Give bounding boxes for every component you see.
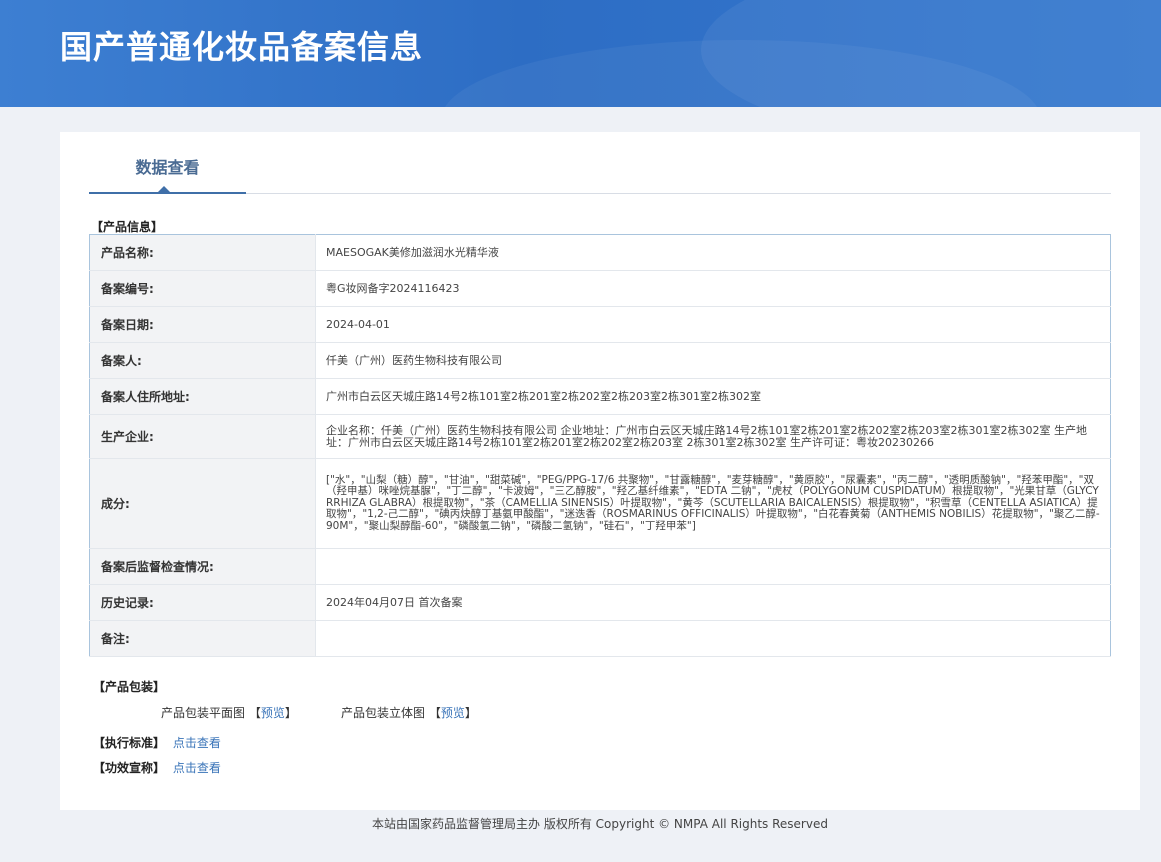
table-row: 产品名称: MAESOGAK美修加滋润水光精华液 xyxy=(89,234,1111,271)
table-row: 历史记录: 2024年04月07日 首次备案 xyxy=(89,584,1111,621)
row-key: 产品名称: xyxy=(89,234,316,271)
table-row: 生产企业: 企业名称：仟美（广州）医药生物科技有限公司 企业地址：广州市白云区天… xyxy=(89,414,1111,459)
table-row: 备案日期: 2024-04-01 xyxy=(89,306,1111,343)
row-value: 2024-04-01 xyxy=(315,306,1111,343)
row-value xyxy=(315,620,1111,657)
tab-data-view[interactable]: 数据查看 xyxy=(89,132,246,194)
row-value: ["水"，"山梨（糖）醇"，"甘油"，"甜菜碱"，"PEG/PPG-17/6 共… xyxy=(315,458,1111,549)
row-key: 备注: xyxy=(89,620,316,657)
row-value xyxy=(315,548,1111,585)
row-value: 广州市白云区天城庄路14号2栋101室2栋201室2栋202室2栋203室2栋3… xyxy=(315,378,1111,415)
package-solid-preview-link[interactable]: 预览 xyxy=(441,706,465,720)
package-flat-item: 产品包装平面图 【预览】 xyxy=(161,706,297,720)
tab-label: 数据查看 xyxy=(135,158,200,177)
row-key: 备案编号: xyxy=(89,270,316,307)
standard-label: 【执行标准】 xyxy=(93,736,166,750)
efficacy-item: 【功效宣称】 点击查看 xyxy=(93,759,221,776)
standard-view-link[interactable]: 点击查看 xyxy=(173,736,221,750)
tab-active-caret-icon xyxy=(158,186,170,192)
table-row: 备案人住所地址: 广州市白云区天城庄路14号2栋101室2栋201室2栋202室… xyxy=(89,378,1111,415)
row-key: 备案后监督检查情况: xyxy=(89,548,316,585)
row-key: 备案日期: xyxy=(89,306,316,343)
standard-item: 【执行标准】 点击查看 xyxy=(93,734,221,751)
package-flat-label: 产品包装平面图 xyxy=(161,706,246,720)
row-value: 粤G妆网备字2024116423 xyxy=(315,270,1111,307)
page-title: 国产普通化妆品备案信息 xyxy=(60,28,424,66)
table-row: 备案人: 仟美（广州）医药生物科技有限公司 xyxy=(89,342,1111,379)
content-card: 数据查看 【产品信息】 产品名称: MAESOGAK美修加滋润水光精华液 备案编… xyxy=(60,132,1140,810)
package-solid-label: 产品包装立体图 xyxy=(341,706,426,720)
row-key: 生产企业: xyxy=(89,414,316,459)
row-key: 备案人住所地址: xyxy=(89,378,316,415)
row-key: 备案人: xyxy=(89,342,316,379)
row-value: 企业名称：仟美（广州）医药生物科技有限公司 企业地址：广州市白云区天城庄路14号… xyxy=(315,414,1111,459)
row-value: 2024年04月07日 首次备案 xyxy=(315,584,1111,621)
product-info-section-label: 【产品信息】 xyxy=(91,220,164,234)
row-key: 成分: xyxy=(89,458,316,549)
package-solid-item: 产品包装立体图 【预览】 xyxy=(341,706,477,720)
footer-copyright: 本站由国家药品监督管理局主办 版权所有 Copyright © NMPA All… xyxy=(372,817,828,831)
table-row: 备注: xyxy=(89,620,1111,657)
package-flat-preview-link[interactable]: 预览 xyxy=(261,706,285,720)
efficacy-label: 【功效宣称】 xyxy=(93,761,166,775)
row-value: 仟美（广州）医药生物科技有限公司 xyxy=(315,342,1111,379)
product-info-table: 产品名称: MAESOGAK美修加滋润水光精华液 备案编号: 粤G妆网备字202… xyxy=(89,234,1111,657)
table-row: 备案编号: 粤G妆网备字2024116423 xyxy=(89,270,1111,307)
table-row: 成分: ["水"，"山梨（糖）醇"，"甘油"，"甜菜碱"，"PEG/PPG-17… xyxy=(89,458,1111,549)
header-banner: 国产普通化妆品备案信息 xyxy=(0,0,1161,107)
row-key: 历史记录: xyxy=(89,584,316,621)
efficacy-view-link[interactable]: 点击查看 xyxy=(173,761,221,775)
packaging-section-label: 【产品包装】 xyxy=(93,680,166,694)
tab-bar: 数据查看 xyxy=(89,132,1111,194)
row-value: MAESOGAK美修加滋润水光精华液 xyxy=(315,234,1111,271)
table-row: 备案后监督检查情况: xyxy=(89,548,1111,585)
